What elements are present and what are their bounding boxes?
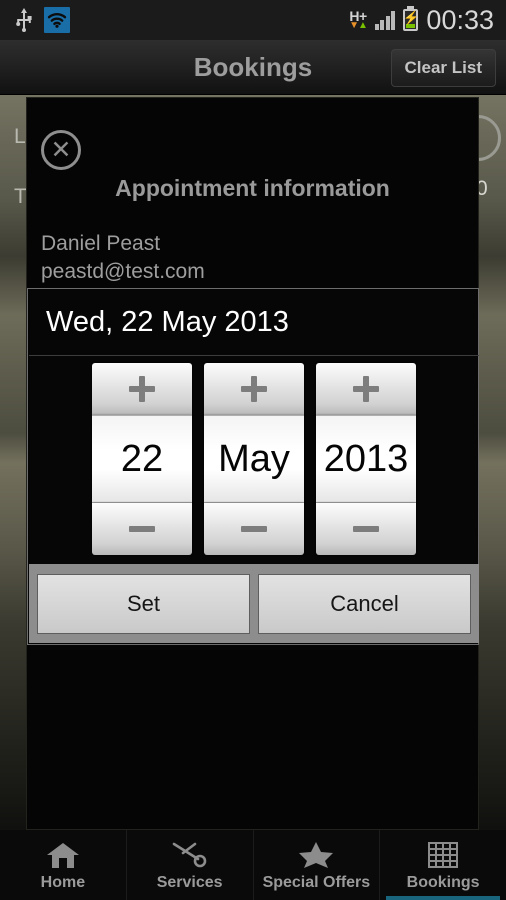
background-letter-t: T: [14, 185, 27, 208]
status-bar: H+ ▼▲ ⚡ 00:33: [0, 0, 506, 40]
status-bar-clock: 00:33: [426, 4, 494, 35]
day-picker: 22: [92, 363, 192, 555]
tab-special-offers-label: Special Offers: [262, 874, 371, 891]
signal-icon: [374, 10, 396, 30]
date-picker-columns: 22 May 2013: [28, 363, 480, 555]
customer-email: peastd@test.com: [41, 260, 205, 283]
day-value[interactable]: 22: [92, 415, 192, 503]
customer-name: Daniel Peast: [41, 232, 161, 255]
status-bar-left-icons: [0, 7, 70, 33]
tab-home[interactable]: Home: [0, 830, 127, 900]
action-bar: Bookings Clear List: [0, 40, 506, 95]
appointment-dialog-title: Appointment information: [115, 174, 390, 201]
tab-services-label: Services: [156, 874, 223, 891]
month-value[interactable]: May: [204, 415, 304, 503]
date-picker-header: Wed, 22 May 2013: [46, 306, 289, 338]
tab-bookings-label: Bookings: [406, 874, 480, 891]
day-decrement-button[interactable]: [92, 503, 192, 555]
usb-icon: [14, 8, 34, 32]
date-picker-dialog: Wed, 22 May 2013 22 May 2013 Set Cancel: [27, 288, 479, 645]
tab-services[interactable]: Services: [127, 830, 254, 900]
year-picker: 2013: [316, 363, 416, 555]
year-decrement-button[interactable]: [316, 503, 416, 555]
minus-icon: [129, 526, 155, 532]
clear-list-button[interactable]: Clear List: [390, 49, 496, 87]
minus-icon: [241, 526, 267, 532]
tab-special-offers[interactable]: Special Offers: [254, 830, 381, 900]
plus-icon: [353, 376, 379, 402]
scissors-icon: [171, 838, 209, 868]
minus-icon: [353, 526, 379, 532]
year-value[interactable]: 2013: [316, 415, 416, 503]
home-icon: [46, 838, 80, 868]
day-increment-button[interactable]: [92, 363, 192, 415]
set-button[interactable]: Set: [37, 573, 250, 634]
active-tab-indicator: [386, 896, 500, 900]
calendar-grid-icon: [428, 838, 459, 868]
star-icon: [299, 838, 334, 868]
battery-charging-icon: ⚡: [403, 6, 420, 31]
app-screen: H+ ▼▲ ⚡ 00:33 Bookings Clear List L T 0 …: [0, 0, 506, 900]
month-decrement-button[interactable]: [204, 503, 304, 555]
data-transfer-arrows: ▼▲: [349, 20, 368, 31]
tab-bookings[interactable]: Bookings: [380, 830, 506, 900]
hsdpa-icon: H+ ▼▲: [349, 9, 368, 31]
plus-icon: [129, 376, 155, 402]
background-letter-l: L: [14, 125, 26, 148]
year-increment-button[interactable]: [316, 363, 416, 415]
month-increment-button[interactable]: [204, 363, 304, 415]
status-bar-right-icons: H+ ▼▲ ⚡ 00:33: [349, 5, 506, 36]
close-icon[interactable]: ✕: [41, 130, 81, 170]
wifi-icon: [44, 7, 70, 33]
plus-icon: [241, 376, 267, 402]
tab-home-label: Home: [40, 874, 86, 891]
cancel-button[interactable]: Cancel: [258, 573, 471, 634]
date-picker-action-bar: Set Cancel: [29, 564, 479, 643]
bottom-tab-bar: Home Services Special Offers Bookings: [0, 830, 506, 900]
month-picker: May: [204, 363, 304, 555]
divider: [29, 355, 479, 356]
